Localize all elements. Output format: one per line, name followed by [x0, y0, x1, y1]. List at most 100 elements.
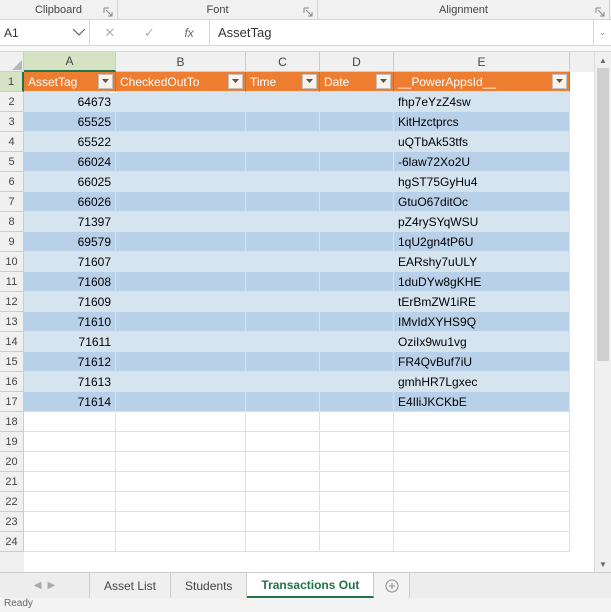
row-header[interactable]: 24: [0, 532, 24, 552]
cell[interactable]: [116, 352, 246, 372]
cell[interactable]: IMvIdXYHS9Q: [394, 312, 570, 332]
table-row[interactable]: 65525KitHzctprcs: [24, 112, 611, 132]
table-row[interactable]: 71610 IMvIdXYHS9Q: [24, 312, 611, 332]
cell[interactable]: [116, 392, 246, 412]
cell[interactable]: [116, 492, 246, 512]
row-header[interactable]: 4: [0, 132, 24, 152]
cell[interactable]: [394, 492, 570, 512]
table-row[interactable]: 69579 1qU2gn4tP6U: [24, 232, 611, 252]
cell[interactable]: [320, 472, 394, 492]
cell[interactable]: [246, 392, 320, 412]
col-header-A[interactable]: A: [24, 52, 116, 72]
table-row[interactable]: 71611OziIx9wu1vg: [24, 332, 611, 352]
sheet-tab[interactable]: Transactions Out: [247, 573, 374, 598]
cell[interactable]: 66024: [24, 152, 116, 172]
cell[interactable]: uQTbAk53tfs: [394, 132, 570, 152]
cell[interactable]: [320, 232, 394, 252]
sheet-tab[interactable]: Students: [171, 573, 247, 598]
cell[interactable]: [116, 312, 246, 332]
cell[interactable]: GtuO67ditOc: [394, 192, 570, 212]
cell[interactable]: [116, 452, 246, 472]
cell[interactable]: [24, 412, 116, 432]
table-row[interactable]: 66025hgST75GyHu4: [24, 172, 611, 192]
cells-area[interactable]: AssetTagCheckedOutToTimeDate__PowerAppsI…: [24, 72, 611, 572]
cell[interactable]: [320, 132, 394, 152]
row-header[interactable]: 7: [0, 192, 24, 212]
dialog-launcher-icon[interactable]: [595, 7, 605, 17]
cell[interactable]: Date: [320, 72, 394, 92]
row-header[interactable]: 13: [0, 312, 24, 332]
table-row[interactable]: [24, 472, 611, 492]
col-header-E[interactable]: E: [394, 52, 570, 72]
name-box-input[interactable]: [4, 26, 73, 40]
table-row[interactable]: 64673fhp7eYzZ4sw: [24, 92, 611, 112]
col-header-D[interactable]: D: [320, 52, 394, 72]
cell[interactable]: [394, 532, 570, 552]
cell[interactable]: 1qU2gn4tP6U: [394, 232, 570, 252]
cell[interactable]: [246, 312, 320, 332]
table-row[interactable]: 66026GtuO67ditOc: [24, 192, 611, 212]
cell[interactable]: fhp7eYzZ4sw: [394, 92, 570, 112]
cell[interactable]: [24, 472, 116, 492]
cancel-formula-icon[interactable]: ✕: [100, 25, 120, 41]
cell[interactable]: [246, 412, 320, 432]
cell[interactable]: KitHzctprcs: [394, 112, 570, 132]
cell[interactable]: [394, 412, 570, 432]
cell[interactable]: [24, 452, 116, 472]
cell[interactable]: [116, 152, 246, 172]
cell[interactable]: [320, 492, 394, 512]
col-header-B[interactable]: B: [116, 52, 246, 72]
row-header[interactable]: 5: [0, 152, 24, 172]
cell[interactable]: [394, 432, 570, 452]
filter-dropdown-button[interactable]: [302, 74, 317, 89]
table-row[interactable]: [24, 512, 611, 532]
cell[interactable]: [246, 372, 320, 392]
table-row[interactable]: 716081duDYw8gKHE: [24, 272, 611, 292]
name-box[interactable]: [0, 20, 90, 45]
scroll-down-button[interactable]: ▼: [595, 556, 611, 572]
cell[interactable]: [394, 512, 570, 532]
cell[interactable]: Time: [246, 72, 320, 92]
table-row[interactable]: AssetTagCheckedOutToTimeDate__PowerAppsI…: [24, 72, 611, 92]
row-header[interactable]: 17: [0, 392, 24, 412]
cell[interactable]: [116, 472, 246, 492]
cell[interactable]: 69579: [24, 232, 116, 252]
cell[interactable]: -6law72Xo2U: [394, 152, 570, 172]
cell[interactable]: 71610: [24, 312, 116, 332]
cell[interactable]: CheckedOutTo: [116, 72, 246, 92]
cell[interactable]: [116, 272, 246, 292]
row-header[interactable]: 10: [0, 252, 24, 272]
cell[interactable]: [24, 432, 116, 452]
row-header[interactable]: 22: [0, 492, 24, 512]
row-header[interactable]: 18: [0, 412, 24, 432]
cell[interactable]: [320, 92, 394, 112]
dialog-launcher-icon[interactable]: [103, 7, 113, 17]
sheet-nav[interactable]: ◀ ▶: [0, 573, 90, 598]
row-header[interactable]: 12: [0, 292, 24, 312]
row-header[interactable]: 3: [0, 112, 24, 132]
cell[interactable]: [116, 132, 246, 152]
cell[interactable]: [320, 192, 394, 212]
cell[interactable]: 65522: [24, 132, 116, 152]
sheet-tab[interactable]: Asset List: [90, 573, 171, 598]
cell[interactable]: [320, 252, 394, 272]
cell[interactable]: 71613: [24, 372, 116, 392]
scroll-up-button[interactable]: ▲: [595, 52, 611, 68]
cell[interactable]: [246, 152, 320, 172]
cell[interactable]: gmhHR7Lgxec: [394, 372, 570, 392]
cell[interactable]: [246, 512, 320, 532]
row-header[interactable]: 15: [0, 352, 24, 372]
cell[interactable]: [320, 532, 394, 552]
vertical-scrollbar[interactable]: ▲ ▼: [594, 52, 611, 572]
cell[interactable]: [24, 532, 116, 552]
cell[interactable]: [320, 172, 394, 192]
cell[interactable]: [320, 352, 394, 372]
cell[interactable]: [320, 272, 394, 292]
cell[interactable]: [116, 432, 246, 452]
filter-dropdown-button[interactable]: [376, 74, 391, 89]
table-row[interactable]: 71614E4IliJKCKbE: [24, 392, 611, 412]
cell[interactable]: [246, 292, 320, 312]
cell[interactable]: 71614: [24, 392, 116, 412]
table-row[interactable]: 65522 uQTbAk53tfs: [24, 132, 611, 152]
cell[interactable]: [246, 332, 320, 352]
